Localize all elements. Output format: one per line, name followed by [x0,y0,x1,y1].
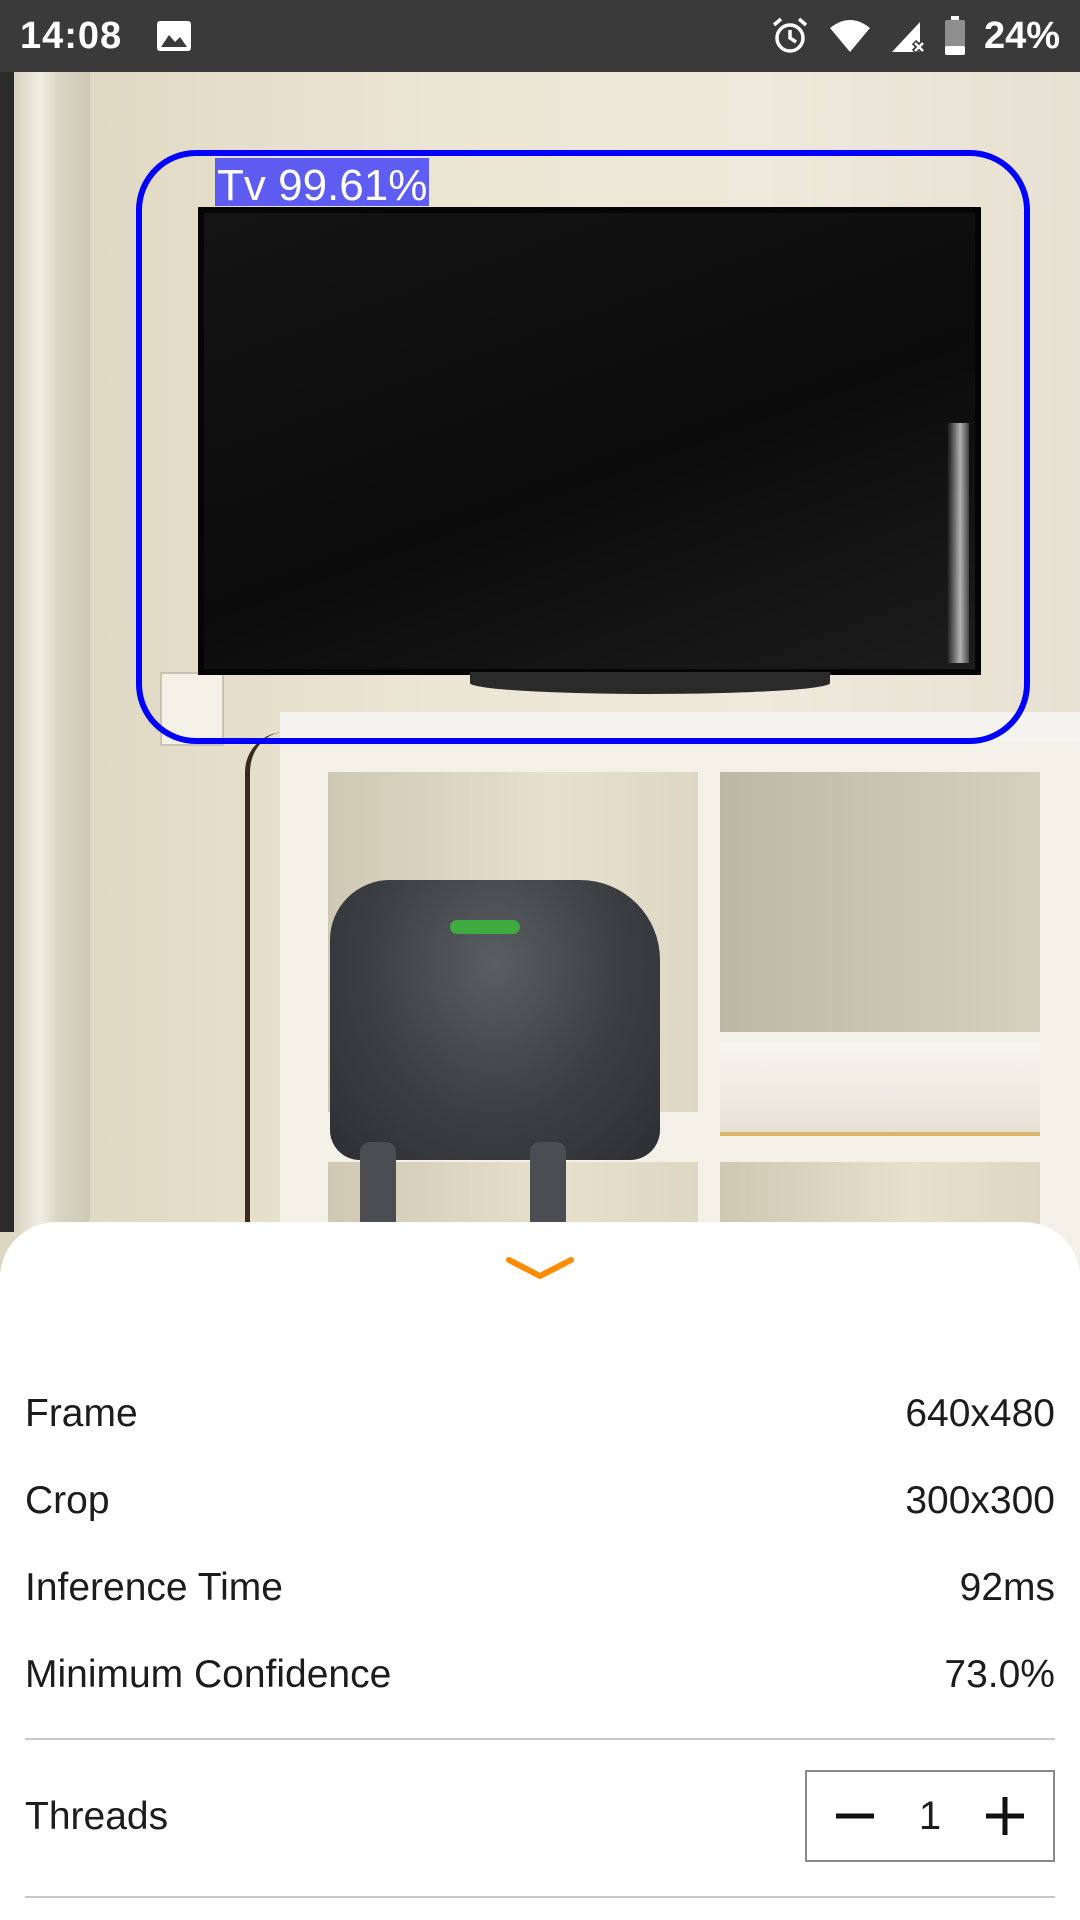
scene-doorframe [0,72,90,1232]
crop-value: 300x300 [905,1479,1055,1522]
chevron-down-icon[interactable] [500,1244,580,1294]
minus-icon[interactable] [825,1786,885,1846]
detection-app-screen: Tv 99.61% 14:08 24% Frame 640x480 Crop 3… [0,0,1080,1920]
scene-folder [720,1042,1040,1136]
battery-percent: 24% [983,14,1060,57]
frame-value: 640x480 [905,1392,1055,1435]
threads-value: 1 [918,1793,942,1838]
scene-shelf-cubby [720,772,1040,1032]
inference-time-row: Inference Time 92ms [25,1553,1055,1623]
plus-icon[interactable] [975,1786,1035,1846]
frame-label: Frame [25,1392,138,1435]
frame-row: Frame 640x480 [25,1379,1055,1449]
image-notification-icon [156,20,192,52]
detection-bounding-box [136,150,1030,744]
minimum-confidence-value: 73.0% [944,1653,1055,1696]
minimum-confidence-row: Minimum Confidence 73.0% [25,1640,1055,1710]
cell-signal-no-data-icon [890,18,926,54]
divider [25,1738,1055,1740]
inference-time-value: 92ms [959,1566,1055,1609]
wifi-icon [828,18,872,54]
minimum-confidence-label: Minimum Confidence [25,1653,392,1696]
crop-label: Crop [25,1479,110,1522]
threads-label: Threads [25,1795,169,1838]
status-bar: 14:08 24% [0,0,1080,72]
detection-label: Tv 99.61% [215,158,430,206]
threads-stepper: 1 [805,1770,1055,1862]
inference-time-label: Inference Time [25,1566,283,1609]
crop-row: Crop 300x300 [25,1466,1055,1536]
divider [25,1896,1055,1898]
status-time: 14:08 [20,14,123,57]
alarm-icon [770,16,810,56]
bottom-sheet: Frame 640x480 Crop 300x300 Inference Tim… [0,1222,1080,1920]
battery-icon [944,16,966,56]
scene-backpack [330,880,660,1160]
